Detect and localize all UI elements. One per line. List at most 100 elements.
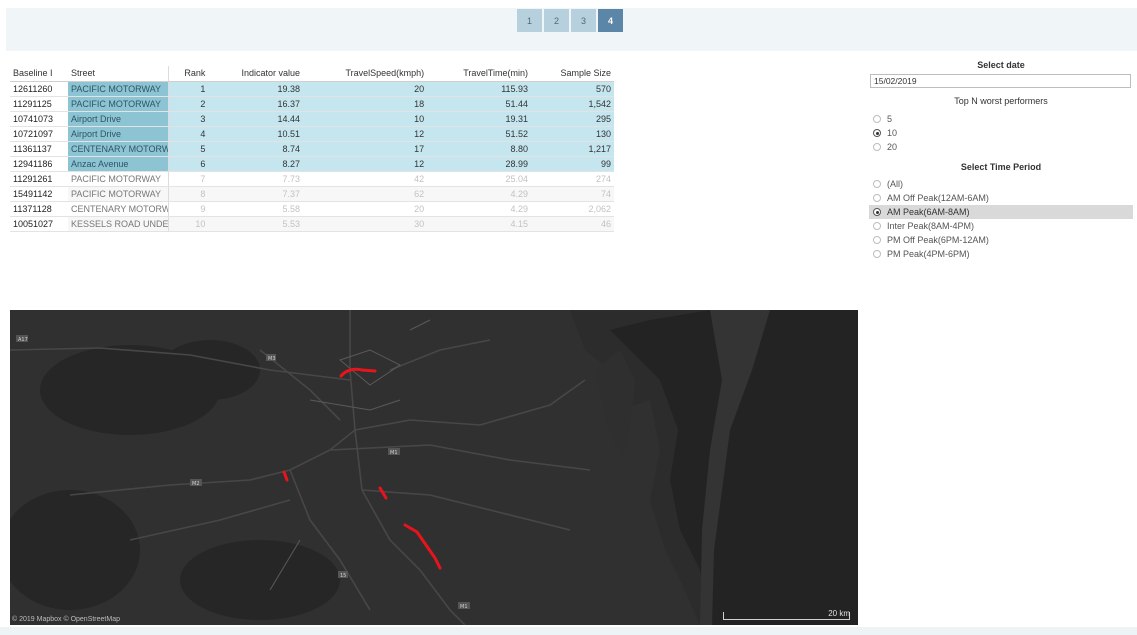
table-row[interactable]: 11291125 PACIFIC MOTORWAY 2 16.37 18 51.44 1,5… bbox=[10, 96, 614, 112]
top-n-option-label: 10 bbox=[887, 128, 898, 138]
table-row[interactable]: 12941186 Anzac Avenue 6 8.27 12 28.99 99 bbox=[10, 156, 614, 172]
radio-icon[interactable] bbox=[873, 222, 881, 230]
time-cell: 4.29 bbox=[427, 201, 532, 217]
time-cell: 51.52 bbox=[427, 126, 532, 142]
time-period-option-3[interactable]: Inter Peak(8AM-4PM) bbox=[869, 219, 1133, 233]
road-label-m3: M3 bbox=[268, 356, 276, 362]
column-header-6[interactable]: Sample Size bbox=[531, 66, 614, 82]
sample-cell: 295 bbox=[531, 111, 614, 127]
road-map[interactable]: A17 M3 M1 M2 15 M1 © 2019 Mapbox © OpenS… bbox=[10, 310, 858, 625]
time-period-option-2[interactable]: AM Peak(6AM-8AM) bbox=[869, 205, 1133, 219]
radio-icon[interactable] bbox=[873, 115, 881, 123]
radio-icon[interactable] bbox=[873, 194, 881, 202]
speed-cell: 17 bbox=[302, 141, 428, 157]
baseline-id-cell: 10051027 bbox=[10, 216, 68, 232]
column-header-1[interactable]: Street bbox=[68, 66, 169, 82]
table-row[interactable]: 10051027 KESSELS ROAD UNDE... 10 5.53 30 4.15… bbox=[10, 216, 614, 232]
baseline-id-cell: 15491142 bbox=[10, 186, 68, 202]
column-header-4[interactable]: TravelSpeed(kmph) bbox=[302, 66, 428, 82]
radio-icon[interactable] bbox=[873, 180, 881, 188]
speed-cell: 20 bbox=[302, 81, 428, 97]
speed-cell: 10 bbox=[302, 111, 428, 127]
time-period-option-label: AM Off Peak(12AM-6AM) bbox=[887, 193, 989, 203]
road-label-m1-north: M1 bbox=[390, 450, 398, 456]
column-header-3[interactable]: Indicator value bbox=[208, 66, 303, 82]
rank-cell: 5 bbox=[168, 141, 209, 157]
table-row[interactable]: 15491142 PACIFIC MOTORWAY 8 7.37 62 4.29 74 bbox=[10, 186, 614, 202]
indicator-cell: 14.44 bbox=[208, 111, 303, 127]
page-button-3[interactable]: 3 bbox=[571, 9, 596, 32]
sample-cell: 2,062 bbox=[531, 201, 614, 217]
time-cell: 4.15 bbox=[427, 216, 532, 232]
rank-cell: 4 bbox=[168, 126, 209, 142]
street-cell: Anzac Avenue bbox=[68, 156, 169, 172]
sample-cell: 1,217 bbox=[531, 141, 614, 157]
column-header-0[interactable]: Baseline I bbox=[10, 66, 68, 82]
column-header-5[interactable]: TravelTime(min) bbox=[427, 66, 532, 82]
radio-icon[interactable] bbox=[873, 250, 881, 258]
speed-cell: 42 bbox=[302, 171, 428, 187]
sample-cell: 1,542 bbox=[531, 96, 614, 112]
sample-cell: 99 bbox=[531, 156, 614, 172]
table-row[interactable]: 11361137 CENTENARY MOTORW... 5 8.74 17 8.80 1,… bbox=[10, 141, 614, 157]
top-n-option-2[interactable]: 20 bbox=[869, 140, 1133, 154]
filter-panel: Select date 15/02/2019 Top N worst perfo… bbox=[869, 58, 1133, 261]
map-attribution[interactable]: © 2019 Mapbox © OpenStreetMap bbox=[12, 616, 120, 623]
table-row[interactable]: 11371128 CENTENARY MOTORW... 9 5.58 20 4.29 2,… bbox=[10, 201, 614, 217]
top-n-option-label: 5 bbox=[887, 114, 893, 124]
table-header-row: Baseline I Street Rank Indicator value Trave… bbox=[10, 66, 614, 82]
time-cell: 25.04 bbox=[427, 171, 532, 187]
worst-performers-table: Baseline I Street Rank Indicator value Trave… bbox=[10, 66, 614, 232]
time-period-title: Select Time Period bbox=[960, 162, 1042, 172]
indicator-cell: 8.74 bbox=[208, 141, 303, 157]
time-cell: 8.80 bbox=[427, 141, 532, 157]
top-n-option-1[interactable]: 10 bbox=[869, 126, 1133, 140]
table-row[interactable]: 10721097 Airport Drive 4 10.51 12 51.52 130 bbox=[10, 126, 614, 142]
speed-cell: 30 bbox=[302, 216, 428, 232]
radio-icon[interactable] bbox=[873, 129, 881, 137]
baseline-id-cell: 11291125 bbox=[10, 96, 68, 112]
map-scale-label: 20 km bbox=[828, 609, 850, 618]
table-row[interactable]: 10741073 Airport Drive 3 14.44 10 19.31 295 bbox=[10, 111, 614, 127]
time-period-option-4[interactable]: PM Off Peak(6PM-12AM) bbox=[869, 233, 1133, 247]
time-period-option-5[interactable]: PM Peak(4PM-6PM) bbox=[869, 247, 1133, 261]
indicator-cell: 8.27 bbox=[208, 156, 303, 172]
page-button-2[interactable]: 2 bbox=[544, 9, 569, 32]
rank-cell: 1 bbox=[168, 81, 209, 97]
column-header-2[interactable]: Rank bbox=[168, 66, 209, 82]
table-row[interactable]: 11291261 PACIFIC MOTORWAY 7 7.73 42 25.04 274 bbox=[10, 171, 614, 187]
road-label-m2: M2 bbox=[192, 481, 200, 487]
time-period-option-1[interactable]: AM Off Peak(12AM-6AM) bbox=[869, 191, 1133, 205]
radio-icon[interactable] bbox=[873, 143, 881, 151]
speed-cell: 62 bbox=[302, 186, 428, 202]
page-button-4[interactable]: 4 bbox=[598, 9, 623, 32]
radio-icon[interactable] bbox=[873, 236, 881, 244]
map-canvas: A17 M3 M1 M2 15 M1 bbox=[10, 310, 858, 625]
top-n-option-0[interactable]: 5 bbox=[869, 112, 1133, 126]
rank-cell: 2 bbox=[168, 96, 209, 112]
indicator-cell: 7.73 bbox=[208, 171, 303, 187]
time-cell: 4.29 bbox=[427, 186, 532, 202]
speed-cell: 20 bbox=[302, 201, 428, 217]
radio-icon[interactable] bbox=[873, 208, 881, 216]
indicator-cell: 16.37 bbox=[208, 96, 303, 112]
street-cell: Airport Drive bbox=[68, 111, 169, 127]
top-n-title: Top N worst performers bbox=[954, 96, 1048, 106]
sample-cell: 274 bbox=[531, 171, 614, 187]
indicator-cell: 5.58 bbox=[208, 201, 303, 217]
date-input[interactable]: 15/02/2019 bbox=[870, 74, 1131, 88]
rank-cell: 10 bbox=[168, 216, 209, 232]
street-cell: PACIFIC MOTORWAY bbox=[68, 186, 169, 202]
baseline-id-cell: 11371128 bbox=[10, 201, 68, 217]
street-cell: CENTENARY MOTORW... bbox=[68, 141, 169, 157]
table-row[interactable]: 12611260 PACIFIC MOTORWAY 1 19.38 20 115.93 57… bbox=[10, 81, 614, 97]
baseline-id-cell: 10721097 bbox=[10, 126, 68, 142]
time-period-option-label: Inter Peak(8AM-4PM) bbox=[887, 221, 975, 231]
street-cell: CENTENARY MOTORW... bbox=[68, 201, 169, 217]
time-period-option-0[interactable]: (All) bbox=[869, 177, 1133, 191]
page-button-1[interactable]: 1 bbox=[517, 9, 542, 32]
time-period-option-label: AM Peak(6AM-8AM) bbox=[887, 207, 970, 217]
street-cell: PACIFIC MOTORWAY bbox=[68, 171, 169, 187]
baseline-id-cell: 10741073 bbox=[10, 111, 68, 127]
indicator-cell: 5.53 bbox=[208, 216, 303, 232]
